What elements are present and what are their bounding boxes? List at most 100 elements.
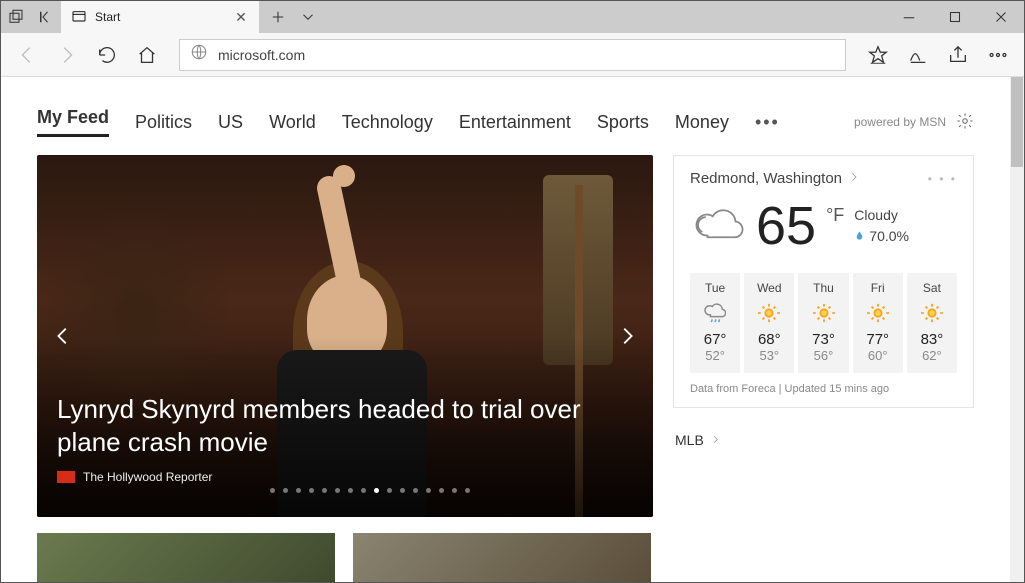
share-button[interactable] <box>940 37 976 73</box>
hero-prev-button[interactable] <box>43 316 83 356</box>
pagination-dot[interactable] <box>361 488 366 493</box>
address-bar[interactable] <box>179 39 846 71</box>
nav-more-button[interactable]: ••• <box>755 112 780 133</box>
pagination-dot[interactable] <box>348 488 353 493</box>
set-aside-tabs-button[interactable] <box>31 1 61 33</box>
pagination-dot[interactable] <box>413 488 418 493</box>
forecast-day-name: Sat <box>909 281 955 295</box>
chevron-right-icon <box>710 432 721 448</box>
temp-unit: °F <box>826 205 844 226</box>
forecast-high: 68° <box>746 331 792 348</box>
feed-nav: My Feed Politics US World Technology Ent… <box>37 107 974 137</box>
weather-condition: Cloudy <box>854 205 909 226</box>
story-thumbnail[interactable] <box>37 533 335 582</box>
titlebar: Start ✕ <box>1 1 1024 33</box>
new-tab-button[interactable] <box>263 1 293 33</box>
story-thumbnail[interactable] <box>353 533 651 582</box>
browser-toolbar <box>1 33 1024 77</box>
back-button[interactable] <box>9 37 45 73</box>
hero-next-button[interactable] <box>607 316 647 356</box>
pagination-dot[interactable] <box>270 488 275 493</box>
forecast-row: Tue 67°52° Wed68°53° Thu 73°56° Fri 77°60° Sat 8… <box>690 273 957 373</box>
cloud-icon <box>690 197 746 256</box>
forecast-low: 60° <box>855 348 901 363</box>
pagination-dot[interactable] <box>335 488 340 493</box>
forecast-day[interactable]: Wed68°53° <box>744 273 794 373</box>
pagination-dot[interactable] <box>465 488 470 493</box>
pagination-dot[interactable] <box>322 488 327 493</box>
weather-location[interactable]: Redmond, Washington <box>690 170 842 187</box>
forecast-day[interactable]: Tue 67°52° <box>690 273 740 373</box>
forward-button[interactable] <box>49 37 85 73</box>
source-badge-icon <box>57 471 75 483</box>
tab-actions-button[interactable] <box>1 1 31 33</box>
chevron-right-icon <box>848 171 860 186</box>
nav-technology[interactable]: Technology <box>342 112 433 133</box>
tab-favicon-icon <box>71 9 87 25</box>
pagination-dot[interactable] <box>439 488 444 493</box>
pagination-dot[interactable] <box>387 488 392 493</box>
weather-menu-button[interactable]: • • • <box>928 172 957 186</box>
notes-button[interactable] <box>900 37 936 73</box>
pagination-dot[interactable] <box>452 488 457 493</box>
pagination-dot[interactable] <box>296 488 301 493</box>
vertical-scrollbar[interactable] <box>1010 77 1024 582</box>
forecast-day[interactable]: Fri 77°60° <box>853 273 903 373</box>
droplet-icon <box>854 226 865 247</box>
pagination-dot[interactable] <box>426 488 431 493</box>
nav-world[interactable]: World <box>269 112 316 133</box>
nav-money[interactable]: Money <box>675 112 729 133</box>
forecast-day[interactable]: Sat 83°62° <box>907 273 957 373</box>
nav-my-feed[interactable]: My Feed <box>37 107 109 137</box>
hero-source-label: The Hollywood Reporter <box>83 470 212 484</box>
home-button[interactable] <box>129 37 165 73</box>
forecast-high: 83° <box>909 331 955 348</box>
sun-icon <box>800 301 846 325</box>
forecast-high: 73° <box>800 331 846 348</box>
forecast-day-name: Thu <box>800 281 846 295</box>
sports-section-header[interactable]: MLB <box>673 428 974 452</box>
weather-footer: Data from Foreca | Updated 15 mins ago <box>690 383 957 395</box>
pagination-dot[interactable] <box>309 488 314 493</box>
forecast-day-name: Tue <box>692 281 738 295</box>
humidity-value: 70.0% <box>869 226 909 247</box>
nav-sports[interactable]: Sports <box>597 112 649 133</box>
browser-tab[interactable]: Start ✕ <box>61 1 259 33</box>
pagination-dot[interactable] <box>374 488 379 493</box>
forecast-high: 77° <box>855 331 901 348</box>
maximize-button[interactable] <box>932 1 978 33</box>
hero-story[interactable]: Lynryd Skynyrd members headed to trial o… <box>37 155 653 517</box>
refresh-button[interactable] <box>89 37 125 73</box>
forecast-day[interactable]: Thu 73°56° <box>798 273 848 373</box>
forecast-day-name: Fri <box>855 281 901 295</box>
hero-pagination-dots[interactable] <box>107 488 633 493</box>
pagination-dot[interactable] <box>400 488 405 493</box>
nav-politics[interactable]: Politics <box>135 112 192 133</box>
hero-headline: Lynryd Skynyrd members headed to trial o… <box>57 393 633 458</box>
forecast-low: 53° <box>746 348 792 363</box>
minimize-button[interactable] <box>886 1 932 33</box>
nav-us[interactable]: US <box>218 112 243 133</box>
site-info-icon[interactable] <box>190 43 208 66</box>
sports-league-label: MLB <box>675 432 704 448</box>
tab-preview-button[interactable] <box>293 1 323 33</box>
tab-close-button[interactable]: ✕ <box>233 9 249 26</box>
tab-title: Start <box>95 10 225 24</box>
nav-entertainment[interactable]: Entertainment <box>459 112 571 133</box>
scrollbar-thumb[interactable] <box>1011 77 1023 167</box>
rain-icon <box>692 301 738 325</box>
sun-icon <box>909 301 955 325</box>
powered-by-label: powered by MSN <box>854 115 946 129</box>
sun-icon <box>855 301 901 325</box>
weather-card: Redmond, Washington • • • 65 °F C <box>673 155 974 408</box>
address-input[interactable] <box>218 47 835 63</box>
more-button[interactable] <box>980 37 1016 73</box>
forecast-low: 52° <box>692 348 738 363</box>
forecast-low: 56° <box>800 348 846 363</box>
forecast-low: 62° <box>909 348 955 363</box>
pagination-dot[interactable] <box>283 488 288 493</box>
favorites-button[interactable] <box>860 37 896 73</box>
settings-gear-icon[interactable] <box>956 112 974 133</box>
close-window-button[interactable] <box>978 1 1024 33</box>
forecast-high: 67° <box>692 331 738 348</box>
